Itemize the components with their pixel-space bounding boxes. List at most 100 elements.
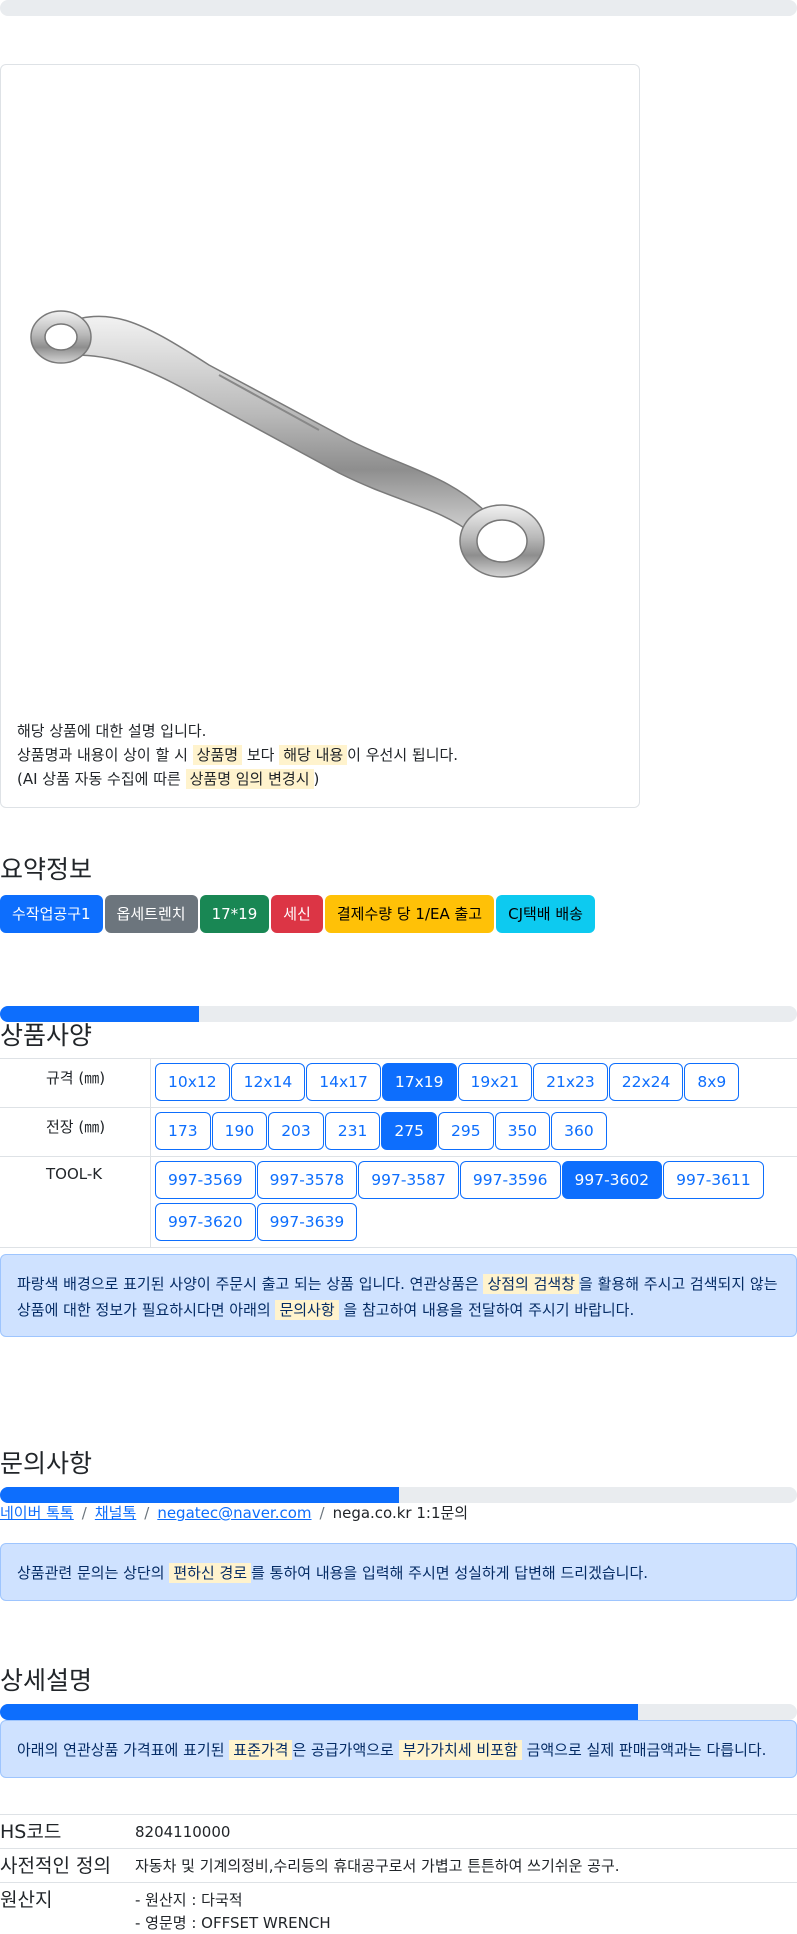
note-highlight-content: 해당 내용 [279,745,348,765]
spec-row: 전장 (㎜) 173 190 203 231 275 295 350 360 [0,1108,797,1157]
product-image-card: 해당 상품에 대한 설명 입니다. 상품명과 내용이 상이 할 시 상품명 보다… [0,64,640,808]
detail-title: 상세설명 [0,1666,93,1695]
spec-row: 규격 (㎜) 10x12 12x14 14x17 17x19 19x21 21x23 22x2… [0,1059,797,1108]
alert-highlight-vat: 부가가치세 비포함 [398,1740,522,1760]
spec-option-button[interactable]: 997-3587 [358,1161,459,1199]
alert-highlight-search: 상점의 검색창 [483,1274,580,1294]
note-text: 보다 [242,746,280,764]
summary-badge: 수작업공구1 [0,895,103,933]
alert-text: 은 공급가액으로 [292,1741,399,1759]
inquiry-progress-fill [0,1487,399,1503]
info-value: 8204110000 [135,1815,797,1848]
spec-options: 10x12 12x14 14x17 17x19 19x21 21x23 22x24 8x9 [151,1059,797,1107]
spec-table: 규격 (㎜) 10x12 12x14 14x17 17x19 19x21 21x23 22x2… [0,1058,797,1248]
naver-talk-link[interactable]: 네이버 톡톡 [0,1504,74,1522]
email-link[interactable]: negatec@naver.com [157,1504,311,1522]
info-key: HS코드 [0,1821,62,1843]
note-line-1: 해당 상품에 대한 설명 입니다. [17,722,207,740]
spec-option-button[interactable]: 275 [381,1112,437,1150]
summary-badge: 옵세트렌치 [104,895,198,933]
spec-option-button[interactable]: 17x19 [381,1063,457,1101]
alert-highlight-inquiry: 문의사항 [275,1300,339,1320]
one-on-one-text: nega.co.kr 1:1문의 [332,1504,469,1522]
spec-option-button[interactable]: 22x24 [608,1063,684,1101]
spec-option-button[interactable]: 997-3620 [155,1203,256,1241]
info-value-line: 자동차 및 기계의정비,수리등의 휴대공구로서 가볍고 튼튼하여 쓰기쉬운 공구… [135,1857,620,1875]
alert-text: 을 참고하여 내용을 전달하여 주시기 바랍니다. [338,1301,635,1319]
info-value-line: - 원산지 : 다국적 [135,1891,243,1909]
info-value: - 원산지 : 다국적 - 영문명 : OFFSET WRENCH [135,1883,797,1934]
info-row: 사전적인 정의 자동차 및 기계의정비,수리등의 휴대공구로서 가볍고 튼튼하여 … [0,1849,797,1883]
note-line-3: (AI 상품 자동 수집에 따른 상품명 임의 변경시) [17,767,458,791]
spec-option-button[interactable]: 190 [211,1112,268,1150]
spec-option-button[interactable]: 21x23 [533,1063,608,1101]
alert-text: 아래의 연관상품 가격표에 표기된 [17,1741,230,1759]
spec-row-label: TOOL-K [0,1157,151,1247]
note-highlight-product-name: 상품명 [192,745,243,765]
spec-row-label: 규격 (㎜) [0,1059,151,1107]
spec-alert: 파랑색 배경으로 표기된 사양이 주문시 출고 되는 상품 입니다. 연관상품은… [0,1254,797,1337]
summary-badge: 결제수량 당 1/EA 출고 [324,895,495,933]
spec-option-button[interactable]: 8x9 [684,1063,740,1101]
alert-text: 를 통하여 내용을 입력해 주시면 성실하게 답변해 드리겠습니다. [251,1564,649,1582]
spec-option-button[interactable]: 360 [551,1112,607,1150]
spec-option-button[interactable]: 350 [494,1112,551,1150]
inquiry-breadcrumb: 네이버 톡톡 / 채널톡 / negatec@naver.com / nega.co.kr … [0,1502,468,1523]
note-text: ) [313,770,320,788]
separator: / [144,1504,150,1522]
spec-title: 상품사양 [0,1021,93,1050]
spec-options: 173 190 203 231 275 295 350 360 [151,1108,797,1156]
channel-talk-link[interactable]: 채널톡 [95,1504,136,1522]
inquiry-alert: 상품관련 문의는 상단의 편하신 경로 를 통하여 내용을 입력해 주시면 성실하… [0,1543,797,1601]
info-key: 원산지 [0,1889,53,1911]
summary-badges: 수작업공구1 옵세트렌치 17*19 세신 결제수량 당 1/EA 출고 CJ택배 배송 [0,895,595,933]
spec-option-button[interactable]: 997-3639 [256,1203,358,1241]
summary-title: 요약정보 [0,855,93,884]
alert-text: 파랑색 배경으로 표기된 사양이 주문시 출고 되는 상품 입니다. 연관상품은 [17,1275,484,1293]
alert-text: 상품관련 문의는 상단의 [17,1564,170,1582]
info-value-line: 8204110000 [135,1823,231,1841]
summary-badge: 세신 [271,895,323,933]
note-text: (AI 상품 자동 수집에 따른 [17,770,186,788]
inquiry-progress-bar [0,1487,797,1503]
summary-badge: 17*19 [199,895,270,933]
spec-option-button[interactable]: 997-3569 [155,1161,256,1199]
spec-option-button[interactable]: 231 [324,1112,381,1150]
spec-option-button[interactable]: 997-3578 [256,1161,358,1199]
spec-option-button[interactable]: 14x17 [306,1063,381,1101]
top-progress-bar [0,0,797,16]
separator: / [319,1504,325,1522]
product-info-table: HS코드 8204110000 사전적인 정의 자동차 및 기계의정비,수리등의 휴대… [0,1814,797,1934]
spec-option-button[interactable]: 295 [437,1112,494,1150]
detail-alert: 아래의 연관상품 가격표에 표기된 표준가격 은 공급가액으로 부가가치세 비포함… [0,1720,797,1778]
detail-progress-fill [0,1704,638,1720]
info-value: 자동차 및 기계의정비,수리등의 휴대공구로서 가볍고 튼튼하여 쓰기쉬운 공구… [135,1849,797,1882]
info-value-line: - 영문명 : OFFSET WRENCH [135,1914,331,1932]
summary-badge: CJ택배 배송 [496,895,595,933]
spec-option-button[interactable]: 203 [268,1112,324,1150]
wrench-image [30,310,545,578]
note-line-2: 상품명과 내용이 상이 할 시 상품명 보다 해당 내용 이 우선시 됩니다. [17,743,458,767]
spec-options: 997-3569 997-3578 997-3587 997-3596 997-3602… [151,1157,797,1247]
note-highlight-rename: 상품명 임의 변경시 [185,769,314,789]
spec-option-button[interactable]: 19x21 [457,1063,533,1101]
inquiry-title: 문의사항 [0,1449,93,1478]
spec-progress-bar [0,1006,797,1022]
info-row: 원산지 - 원산지 : 다국적 - 영문명 : OFFSET WRENCH [0,1883,797,1934]
info-row: HS코드 8204110000 [0,1815,797,1849]
alert-highlight-standard-price: 표준가격 [229,1740,293,1760]
spec-option-button[interactable]: 997-3596 [459,1161,561,1199]
spec-option-button[interactable]: 12x14 [230,1063,306,1101]
alert-highlight-route: 편하신 경로 [169,1563,252,1583]
spec-option-button[interactable]: 997-3611 [663,1161,764,1199]
spec-option-button[interactable]: 997-3602 [561,1161,663,1199]
note-text: 상품명과 내용이 상이 할 시 [17,746,193,764]
spec-option-button[interactable]: 10x12 [155,1063,230,1101]
alert-text: 금액으로 실제 판매금액과는 다릅니다. [521,1741,767,1759]
note-text: 이 우선시 됩니다. [347,746,459,764]
spec-row: TOOL-K 997-3569 997-3578 997-3587 997-3596 99… [0,1157,797,1248]
separator: / [81,1504,87,1522]
product-note: 해당 상품에 대한 설명 입니다. 상품명과 내용이 상이 할 시 상품명 보다… [17,719,458,791]
detail-progress-bar [0,1704,797,1720]
spec-option-button[interactable]: 173 [155,1112,211,1150]
